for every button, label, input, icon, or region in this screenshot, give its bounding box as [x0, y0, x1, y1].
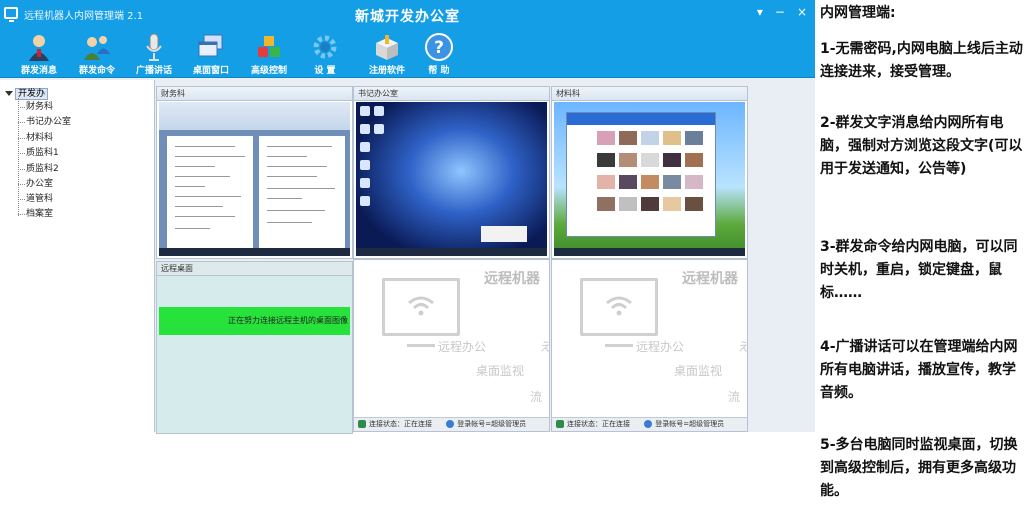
monitor-icon — [580, 278, 658, 347]
app-window: 远程机器人内网管理端 2.1 新城开发办公室 ▾ − × 群发消息 群发命令 广… — [0, 0, 815, 434]
close-icon[interactable]: × — [797, 5, 807, 19]
svg-text:?: ? — [434, 38, 444, 58]
watermark-title: 远程机器 — [484, 271, 540, 287]
expand-icon[interactable] — [5, 91, 13, 96]
ribbon — [159, 102, 350, 130]
office-title: 新城开发办公室 — [355, 9, 460, 25]
windows-icon — [198, 34, 223, 57]
tree-item[interactable]: 办公室 — [18, 177, 53, 192]
feature-point: 5-多台电脑同时监视桌面，切换到高级控制后，拥有更多高级功能。 — [820, 437, 1018, 499]
microphone-icon — [146, 33, 162, 61]
broadcast-command-button[interactable]: 群发命令 — [68, 30, 126, 78]
description-heading: 内网管理端: — [820, 5, 896, 21]
cubes-icon — [258, 36, 280, 57]
watermark-title: 远程机器 — [682, 271, 738, 287]
wifi-icon — [606, 296, 632, 316]
desktop-tile[interactable]: 财务科 — [156, 86, 353, 259]
menu-dropdown-icon[interactable]: ▾ — [757, 5, 763, 19]
placeholder-tile[interactable]: 远程机器 远程办公 え 桌面监视 流 连接状态：正在连接 登录帐号=超级管理员 — [353, 259, 550, 432]
remote-screen[interactable] — [159, 102, 350, 256]
remote-screen[interactable] — [554, 102, 745, 256]
media-window — [566, 112, 716, 237]
tree-item[interactable]: 质监科1 — [18, 146, 59, 161]
feature-point: 4-广播讲话可以在管理端给内网所有电脑讲话，播放宣传，教学音频。 — [820, 339, 1018, 401]
feature-point: 3-群发命令给内网电脑，可以同时关机，重启，锁定键盘，鼠标…… — [820, 239, 1018, 301]
account-icon — [446, 420, 455, 428]
connection-icon — [358, 420, 366, 428]
feature-point: 2-群发文字消息给内网所有电脑，强制对方浏览这段文字(可以用于发送通知，公告等) — [820, 115, 1023, 177]
window-controls: ▾ − × — [757, 5, 807, 19]
desktop-tile[interactable]: 书记办公室 — [353, 86, 550, 259]
tree-item[interactable]: 档案室 — [18, 207, 53, 222]
broadcast-speech-button[interactable]: 广播讲话 — [125, 30, 183, 78]
connecting-message: 正在努力连接远程主机的桌面图像 — [159, 307, 350, 335]
monitor-icon — [382, 278, 460, 347]
tile-caption: 远程桌面 — [157, 262, 352, 276]
placeholder-tile[interactable]: 远程机器 远程办公 え 桌面监视 流 连接状态：正在连接 登录帐号=超级管理员 — [551, 259, 748, 432]
desktop-tile[interactable]: 远程桌面 正在努力连接远程主机的桌面图像 — [156, 261, 353, 434]
watermark-line: 流 — [728, 390, 741, 404]
help-icon: ? — [425, 33, 453, 61]
feature-description: 内网管理端: 1-无需密码,内网电脑上线后主动连接进来，接受管理。 2-群发文字… — [818, 0, 1030, 512]
toolbar: 群发消息 群发命令 广播讲话 桌面窗口 高级控制 设 置 注册软件 ? 帮 助 — [0, 30, 815, 78]
document-page — [259, 136, 345, 256]
taskbar — [159, 248, 350, 256]
tile-caption: 材料科 — [552, 87, 747, 101]
desktop-window-button[interactable]: 桌面窗口 — [182, 30, 240, 78]
people-icon — [84, 36, 110, 60]
account-icon — [644, 420, 653, 428]
document-page — [167, 136, 253, 256]
status-bar: 连接状态：正在连接 登录帐号=超级管理员 — [552, 417, 747, 431]
tree-item[interactable]: 质监科2 — [18, 162, 59, 177]
tree-item[interactable]: 书记办公室 — [18, 115, 71, 130]
tile-caption: 书记办公室 — [354, 87, 549, 101]
tree-item[interactable]: 材料科 — [18, 131, 53, 146]
person-icon — [29, 35, 49, 61]
watermark-line: え — [738, 338, 747, 355]
gear-icon — [313, 35, 337, 59]
watermark-line: え — [540, 338, 549, 355]
watermark-line: 远程办公 — [438, 340, 487, 354]
settings-button[interactable]: 设 置 — [296, 30, 354, 78]
taskbar — [356, 248, 547, 256]
status-bar: 连接状态：正在连接 登录帐号=超级管理员 — [354, 417, 549, 431]
feature-point: 1-无需密码,内网电脑上线后主动连接进来，接受管理。 — [820, 41, 1023, 80]
box-icon — [376, 35, 398, 60]
watermark-line: 远程办公 — [636, 340, 685, 354]
minimize-icon[interactable]: − — [775, 5, 785, 19]
desktop-tile[interactable]: 材料科 — [551, 86, 748, 259]
office-tree: 开发办 财务科 书记办公室 材料科 质监科1 质监科2 办公室 道管科 档案室 — [0, 80, 155, 432]
broadcast-message-button[interactable]: 群发消息 — [10, 30, 68, 78]
tree-item[interactable]: 道管科 — [18, 192, 53, 207]
remote-screen[interactable] — [356, 102, 547, 256]
connection-icon — [556, 420, 564, 428]
tree-root[interactable]: 开发办 — [5, 86, 49, 100]
watermark-line: 桌面监视 — [476, 364, 525, 378]
watermark-line: 桌面监视 — [674, 364, 723, 378]
register-software-button[interactable]: 注册软件 — [358, 30, 416, 78]
tree-item[interactable]: 财务科 — [18, 100, 53, 115]
wifi-icon — [408, 296, 434, 316]
taskbar — [554, 248, 745, 256]
advanced-control-button[interactable]: 高级控制 — [240, 30, 298, 78]
tile-caption: 财务科 — [157, 87, 352, 101]
help-button[interactable]: ? 帮 助 — [410, 30, 468, 78]
title-bar[interactable]: 远程机器人内网管理端 2.1 新城开发办公室 ▾ − × — [0, 0, 815, 30]
watermark-line: 流 — [530, 390, 543, 404]
